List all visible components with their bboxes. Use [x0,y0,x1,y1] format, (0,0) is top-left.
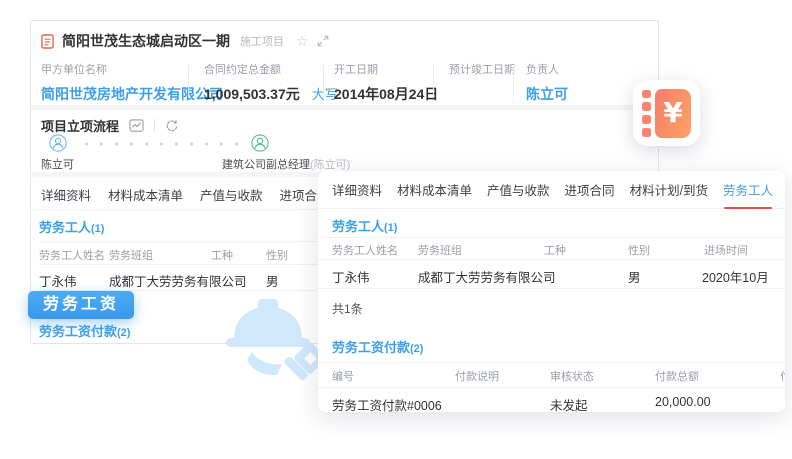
payment-number-link[interactable]: 劳务工资付款#0006 [332,395,442,412]
workers-section-title: 劳务工人(1) [39,217,104,236]
worker-name-link[interactable]: 丁永伟 [332,267,370,286]
table-line [318,237,785,238]
field-contract-amount: 合同约定总金额 1,009,503.37元 大写 [204,61,338,104]
field-divider [323,65,324,97]
tab-output-receipts[interactable]: 产值与收款 [200,185,263,204]
refresh-icon[interactable] [165,119,179,133]
flow-start-label: 陈立可 [41,156,74,172]
payments-section-title: 劳务工资付款(2) [39,321,130,340]
tab-output-receipts[interactable]: 产值与收款 [487,180,550,199]
table-line [318,362,785,363]
flow-section-header: 项目立项流程 [41,116,179,135]
labor-detail-card: 详细资料 材料成本清单 产值与收款 进项合同 材料计划/到货 劳务工人 劳务工人… [318,171,785,412]
table-line [318,259,785,260]
helmet-watermark-icon [222,292,330,387]
payment-amount: 20,000.00 [655,395,711,409]
column-header: 工种 [544,242,566,258]
window-titlebar: 简阳世茂生态城启动区一期 施工项目 ☆ [41,29,329,53]
page-title: 简阳世茂生态城启动区一期 [62,31,230,51]
field-start-date: 开工日期 2014年08月24日 [334,61,438,104]
column-header: 付款总额 [655,368,699,384]
money-ledger-card: ¥ [633,80,700,146]
star-icon[interactable]: ☆ [296,34,309,48]
flow-chart-icon[interactable] [129,118,144,133]
field-divider [433,65,434,97]
manager-link[interactable]: 陈立可 [526,84,568,104]
detail-tab-bar: 详细资料 材料成本清单 产值与收款 进项合同 材料计划/到货 劳务工人 [318,171,785,209]
flow-end-label: 建筑公司副总经理(陈立可) [222,156,350,172]
toolbar-divider [154,119,155,132]
field-finish-date: 预计竣工日期 [449,61,515,84]
workers-section-title: 劳务工人(1) [332,216,397,235]
column-header: 劳务班组 [109,247,153,263]
tab-material-cost[interactable]: 材料成本清单 [397,180,472,199]
field-divider [513,65,514,97]
document-icon [41,34,54,49]
flow-dotted-connector [79,142,245,146]
section-divider [31,105,658,110]
expand-icon[interactable] [317,35,329,47]
table-line [318,387,785,388]
column-header: 付款说明 [455,368,499,384]
worker-team-link[interactable]: 成都丁大劳劳务有限公司 [418,267,556,286]
worker-gender: 男 [628,267,641,286]
column-header: 进场时间 [704,242,748,258]
column-header: 劳务工人姓名 [39,247,105,263]
field-manager: 负责人 陈立可 [526,61,568,104]
payment-status: 未发起 [550,395,588,412]
worker-gender: 男 [266,271,279,290]
tab-material-plan[interactable]: 材料计划/到货 [630,180,708,199]
column-header: 工种 [211,247,233,263]
column-header: 劳务班组 [418,242,462,258]
column-header: 性别 [628,242,650,258]
worker-team-link[interactable]: 成都丁大劳劳务有限公司 [109,271,247,290]
column-header-clipped: 付 [780,368,785,384]
worker-entry-date: 2020年10月 [702,267,769,286]
project-type-tag: 施工项目 [240,33,284,49]
yen-symbol: ¥ [663,96,682,129]
tab-details[interactable]: 详细资料 [332,180,382,199]
user-avatar-icon [49,134,67,152]
column-header: 性别 [266,247,288,263]
column-header: 编号 [332,368,354,384]
flow-title: 项目立项流程 [41,116,119,135]
tab-details[interactable]: 详细资料 [41,185,91,204]
labor-wage-badge: 劳务工资 [28,291,134,319]
tab-material-cost[interactable]: 材料成本清单 [108,185,183,204]
user-avatar-icon [251,134,269,152]
tab-labor-workers-active[interactable]: 劳务工人 [723,180,773,199]
column-header: 审核状态 [550,368,594,384]
ledger-binding [642,90,651,137]
column-header: 劳务工人姓名 [332,242,398,258]
worker-name-link[interactable]: 丁永伟 [39,271,77,290]
total-count-label: 共1条 [332,300,363,317]
field-divider [188,65,189,97]
tab-incoming-contracts[interactable]: 进项合同 [565,180,615,199]
field-owner: 甲方单位名称 简阳世茂房地产开发有限公司 [41,61,223,104]
table-line [318,288,785,289]
money-ledger-icon: ¥ [642,89,691,138]
owner-company-link[interactable]: 简阳世茂房地产开发有限公司 [41,84,223,104]
payments-section-title: 劳务工资付款(2) [332,337,423,356]
